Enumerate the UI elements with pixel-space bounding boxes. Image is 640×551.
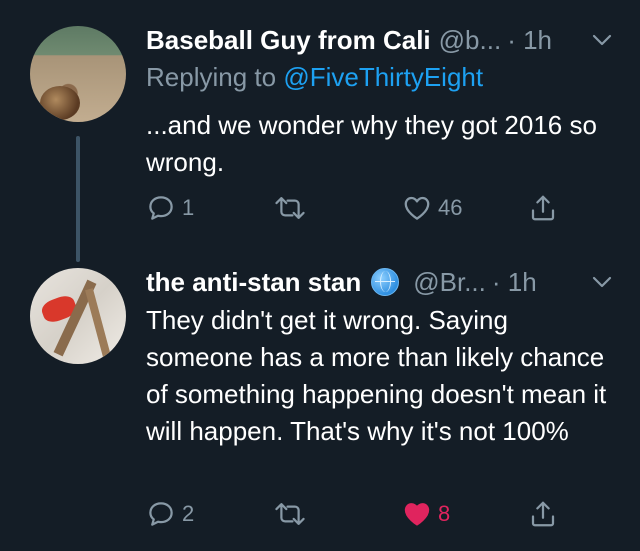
- reply-button[interactable]: 2: [146, 494, 194, 534]
- tweet-header: Baseball Guy from Cali @b... · 1h: [146, 20, 552, 60]
- like-button[interactable]: 8: [402, 494, 450, 534]
- user-handle[interactable]: @Br...: [413, 267, 486, 298]
- reply-count: 1: [182, 195, 195, 220]
- mention-link[interactable]: @FiveThirtyEight: [283, 62, 483, 92]
- like-count: 46: [438, 195, 463, 220]
- chevron-down-icon[interactable]: [590, 28, 614, 52]
- retweet-icon: [275, 503, 305, 525]
- display-name[interactable]: the anti-stan stan: [146, 267, 361, 298]
- user-avatar[interactable]: [30, 26, 126, 122]
- display-name[interactable]: Baseball Guy from Cali: [146, 25, 431, 56]
- baseball-glove-image: [40, 86, 80, 120]
- heart-outline-icon: [404, 196, 430, 220]
- user-handle[interactable]: @b...: [439, 25, 502, 56]
- replying-to-label: Replying to: [146, 62, 284, 92]
- reply-icon: [149, 196, 173, 220]
- share-icon: [531, 195, 555, 221]
- user-avatar[interactable]: [30, 268, 126, 364]
- timestamp[interactable]: · 1h: [507, 25, 552, 56]
- heart-filled-icon: [404, 503, 430, 526]
- tweet-1[interactable]: Baseball Guy from Cali @b... · 1h Replyi…: [0, 0, 640, 262]
- chevron-down-icon[interactable]: [590, 270, 614, 294]
- thread-connector-line: [76, 136, 80, 262]
- reply-count: 2: [182, 501, 195, 526]
- tweet-actions: 1 46: [146, 188, 616, 228]
- like-count: 8: [438, 501, 451, 526]
- reply-icon: [149, 502, 173, 526]
- retweet-button[interactable]: [274, 188, 306, 228]
- globe-icon: [371, 268, 400, 296]
- like-button[interactable]: 46: [402, 188, 462, 228]
- tweet-text: ...and we wonder why they got 2016 so wr…: [146, 110, 597, 177]
- timestamp[interactable]: · 1h: [492, 267, 537, 298]
- share-button[interactable]: [528, 494, 558, 534]
- share-icon: [531, 501, 555, 527]
- tweet-header: the anti-stan stan @Br... · 1h: [146, 262, 537, 302]
- replying-to: Replying to @FiveThirtyEight: [146, 62, 483, 93]
- retweet-icon: [275, 197, 305, 219]
- tweet-actions: 2 8: [146, 494, 616, 534]
- reply-button[interactable]: 1: [146, 188, 194, 228]
- tweet-text: They didn't get it wrong. Saying someone…: [146, 305, 607, 446]
- share-button[interactable]: [528, 188, 558, 228]
- retweet-button[interactable]: [274, 494, 306, 534]
- crab-leg-image: [85, 288, 111, 358]
